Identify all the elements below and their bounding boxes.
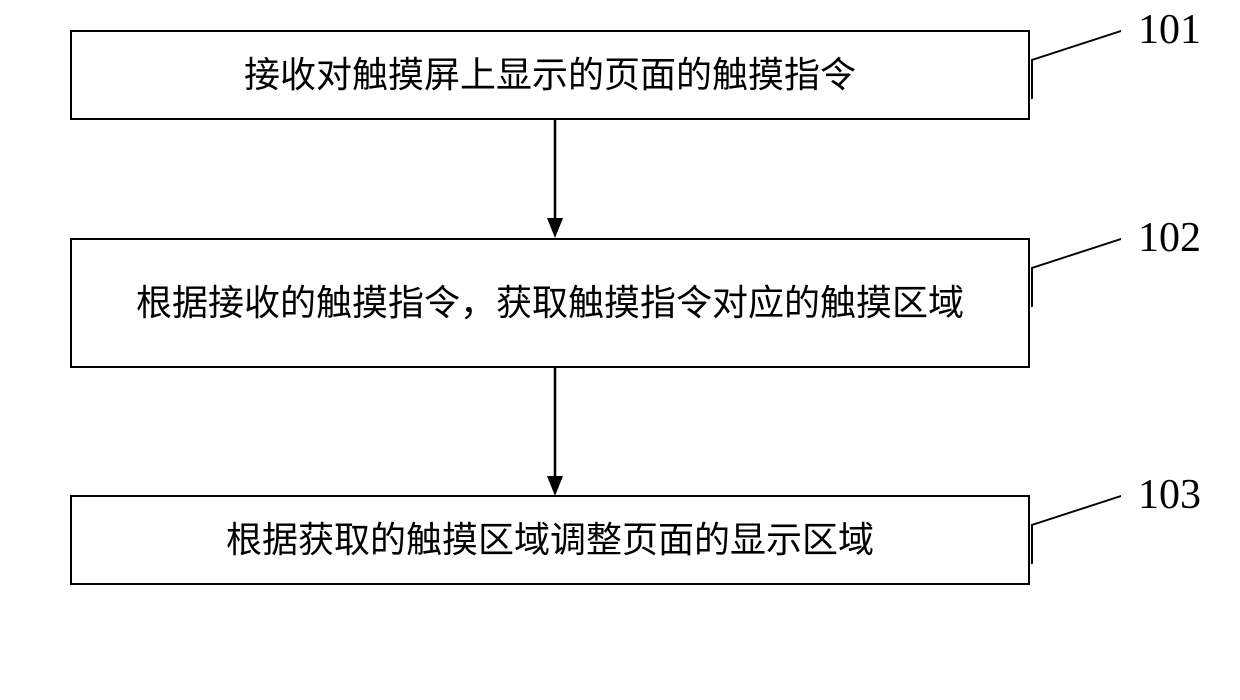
callout-line-102 [1031,238,1121,307]
arrow-101-to-102 [545,120,565,240]
flow-step-102-text: 根据接收的触摸指令，获取触摸指令对应的触摸区域 [136,279,964,328]
flow-step-101-text: 接收对触摸屏上显示的页面的触摸指令 [244,51,856,100]
callout-line-101 [1031,30,1121,99]
flow-step-103: 根据获取的触摸区域调整页面的显示区域 [70,495,1030,585]
label-102: 102 [1138,214,1201,262]
label-103: 103 [1138,471,1201,519]
flow-step-101: 接收对触摸屏上显示的页面的触摸指令 [70,30,1030,120]
label-101: 101 [1138,6,1201,54]
flow-step-102: 根据接收的触摸指令，获取触摸指令对应的触摸区域 [70,238,1030,368]
flowchart-canvas: 接收对触摸屏上显示的页面的触摸指令 101 根据接收的触摸指令，获取触摸指令对应… [0,0,1240,700]
callout-line-103 [1031,495,1121,564]
flow-step-103-text: 根据获取的触摸区域调整页面的显示区域 [226,516,874,565]
arrow-102-to-103 [545,368,565,498]
